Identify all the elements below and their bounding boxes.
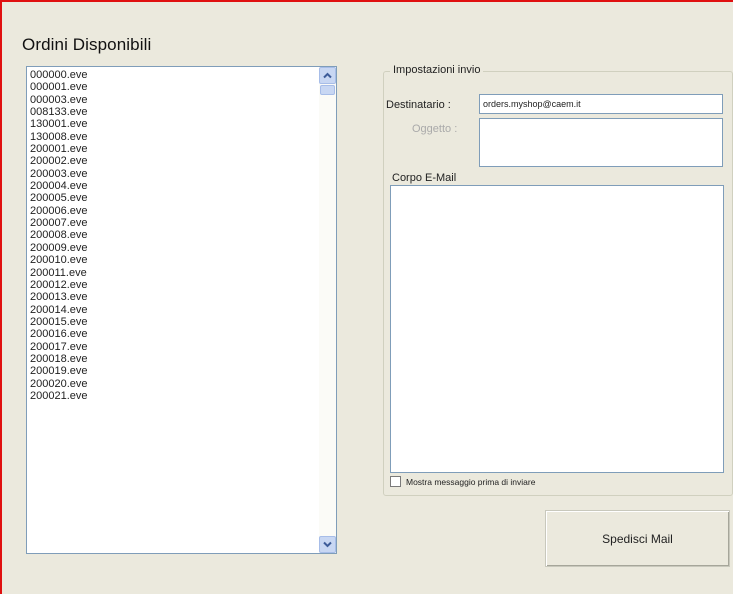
file-list-item[interactable]: 200005.eve (28, 192, 318, 204)
email-body-field[interactable] (390, 185, 724, 473)
file-list-item[interactable]: 200004.eve (28, 180, 318, 192)
file-list-item[interactable]: 200009.eve (28, 242, 318, 254)
file-list-item[interactable]: 008133.eve (28, 106, 318, 118)
file-list-item[interactable]: 000003.eve (28, 94, 318, 106)
email-body-label: Corpo E-Mail (392, 172, 457, 184)
subject-label: Oggetto : (412, 123, 458, 135)
file-list-item[interactable]: 130001.eve (28, 118, 318, 130)
file-list-item[interactable]: 200018.eve (28, 353, 318, 365)
file-list-item[interactable]: 200014.eve (28, 304, 318, 316)
file-list-item[interactable]: 200019.eve (28, 365, 318, 377)
orders-panel-title: Ordini Disponibili (22, 35, 152, 54)
file-list-items: 000000.eve 000001.eve 000003.eve 008133.eve… (28, 69, 318, 553)
file-list-item[interactable]: 200016.eve (28, 328, 318, 340)
file-list-item[interactable]: 200011.eve (28, 267, 318, 279)
file-list-scrollbar[interactable] (319, 67, 336, 553)
send-settings-title: Impostazioni invio (390, 64, 484, 76)
file-list-item[interactable]: 200001.eve (28, 143, 318, 155)
file-list-item[interactable]: 130008.eve (28, 131, 318, 143)
file-list-item[interactable]: 200017.eve (28, 341, 318, 353)
file-list-item[interactable]: 200008.eve (28, 229, 318, 241)
scroll-down-button[interactable] (319, 536, 336, 553)
orders-file-list[interactable]: 000000.eve 000001.eve 000003.eve 008133.eve… (26, 66, 337, 554)
file-list-item[interactable]: 200006.eve (28, 205, 318, 217)
file-list-item[interactable]: 200013.eve (28, 291, 318, 303)
file-list-item[interactable]: 000001.eve (28, 81, 318, 93)
file-list-item[interactable]: 200002.eve (28, 155, 318, 167)
scrollbar-thumb[interactable] (320, 85, 335, 95)
file-list-item[interactable]: 200020.eve (28, 378, 318, 390)
file-list-item[interactable]: 200007.eve (28, 217, 318, 229)
file-list-item[interactable]: 200015.eve (28, 316, 318, 328)
preview-checkbox[interactable] (390, 476, 401, 487)
send-mail-button[interactable]: Spedisci Mail (545, 510, 730, 567)
subject-field[interactable] (479, 118, 723, 167)
file-list-item[interactable]: 200003.eve (28, 168, 318, 180)
preview-option[interactable]: Mostra messaggio prima di inviare (390, 476, 535, 487)
file-list-item[interactable]: 200010.eve (28, 254, 318, 266)
file-list-item[interactable]: 200012.eve (28, 279, 318, 291)
scroll-up-button[interactable] (319, 67, 336, 84)
chevron-down-icon (323, 541, 332, 548)
recipient-label: Destinatario : (386, 99, 451, 111)
mail-orders-window: Ordini Disponibili 000000.eve 000001.eve 0… (0, 0, 733, 594)
chevron-up-icon (323, 72, 332, 79)
recipient-field[interactable] (479, 94, 723, 114)
file-list-item[interactable]: 200021.eve (28, 390, 318, 402)
preview-checkbox-label: Mostra messaggio prima di inviare (406, 476, 536, 487)
file-list-item[interactable]: 000000.eve (28, 69, 318, 81)
